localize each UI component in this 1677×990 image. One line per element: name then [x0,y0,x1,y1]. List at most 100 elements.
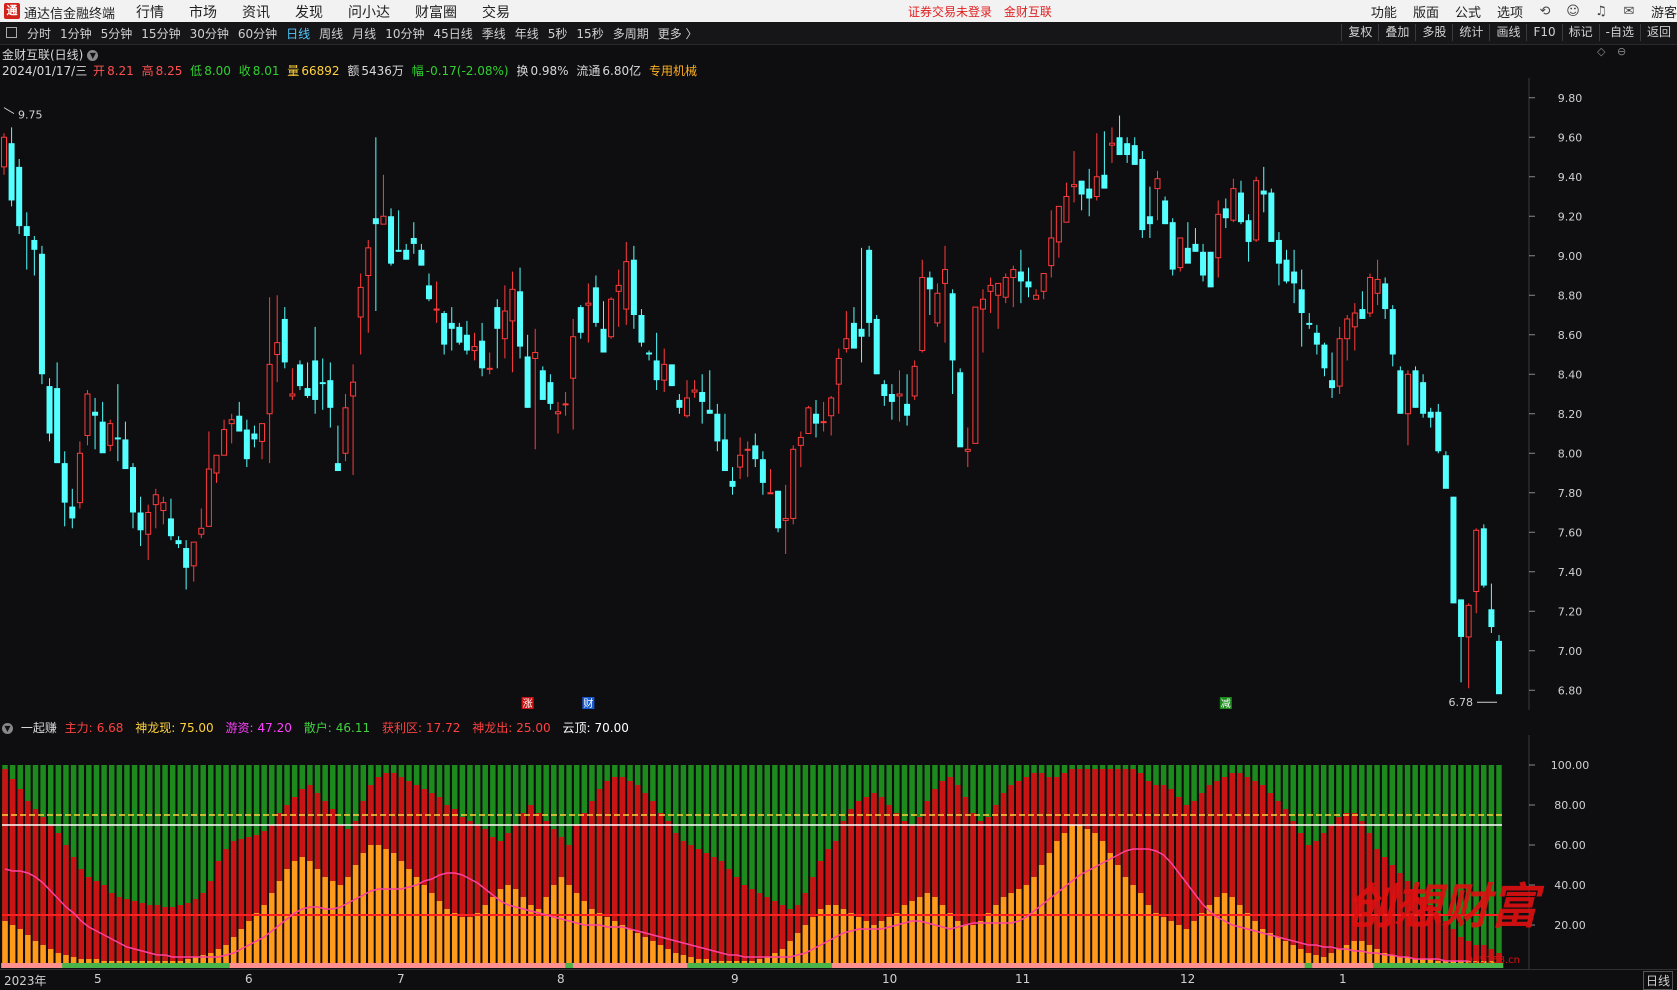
user-icon[interactable]: ☺ [1565,4,1581,19]
collapse-icon[interactable]: ⊖ [1617,45,1626,58]
main-force-bar [1320,833,1327,965]
candle-body [183,548,190,568]
period-tab-60min[interactable]: 60分钟 [238,25,277,42]
trade-login-status[interactable]: 证券交易未登录 [908,5,992,19]
main-force-bar [756,893,763,965]
diamond-icon[interactable]: ◇ [1597,45,1605,58]
period-tab-5sec[interactable]: 5秒 [548,25,568,42]
indicator-name[interactable]: 一起赚 [21,721,57,735]
candle-body [31,239,38,250]
profit-zone-bar [436,901,443,965]
x-tick-label: 2023年 [4,974,47,988]
retail-bar [1458,765,1464,965]
trend-strip-segment [267,963,277,968]
trend-strip-segment [191,963,200,968]
main-force-bar [1298,833,1304,965]
guest-user[interactable]: 游客 [1651,2,1677,21]
indicator-chart[interactable]: 100.00 80.00 60.00 40.00 20.00 创想财富 995168.c… [0,735,1677,969]
menu-item-ask[interactable]: 问小达 [348,2,390,22]
price-tick-label: 8.40 [1558,368,1583,381]
period-tab-multi[interactable]: 多周期 [613,25,649,42]
trend-strip-segment [1167,963,1176,968]
candle-body [1010,269,1017,278]
period-tab-45day[interactable]: 45日线 [433,25,472,42]
trend-strip-segment [1053,963,1062,968]
period-tab-monthly[interactable]: 月线 [352,25,376,42]
period-tab-30min[interactable]: 30分钟 [190,25,229,42]
candle-body [84,393,91,436]
refresh-icon[interactable]: ⟲ [1537,4,1553,19]
candle-body [615,284,622,292]
tool-multistock-button[interactable]: 多股 [1415,24,1452,41]
trend-strip-segment [725,963,734,968]
tool-overlay-button[interactable]: 叠加 [1378,24,1415,41]
tool-remove-watchlist-button[interactable]: -自选 [1598,24,1640,41]
period-tab-yearly[interactable]: 年线 [515,25,539,42]
tool-back-button[interactable]: 返回 [1639,24,1677,41]
trend-strip-segment [214,963,223,968]
tool-draw-button[interactable]: 画线 [1489,24,1526,41]
menu-item-layout[interactable]: 版面 [1413,2,1439,21]
chevron-down-icon[interactable]: ▼ [87,50,99,61]
trend-strip-segment [687,963,696,968]
tool-stats-button[interactable]: 统计 [1452,24,1489,41]
profit-zone-bar [1153,913,1159,965]
chevron-down-icon[interactable]: ▼ [2,723,13,734]
trend-strip-segment [1251,963,1260,968]
main-force-bar [673,833,679,965]
x-tick-label: 8 [557,972,565,986]
menu-item-trade[interactable]: 交易 [482,2,510,22]
period-tab-15min[interactable]: 15分钟 [141,25,180,42]
menu-item-news[interactable]: 资讯 [242,2,270,22]
candle-body [1442,455,1449,489]
tool-mark-button[interactable]: 标记 [1561,24,1599,41]
period-tab-1min[interactable]: 1分钟 [60,25,92,42]
trend-strip-segment [626,963,635,968]
period-tab-daily[interactable]: 日线 [286,25,310,42]
period-tab-quarterly[interactable]: 季线 [482,25,506,42]
menu-item-options[interactable]: 选项 [1497,2,1523,21]
indicator-tick-label: 80.00 [1554,799,1586,812]
profit-zone-bar [474,913,481,965]
trend-strip-segment [595,963,604,968]
trend-strip-segment [69,963,78,968]
period-tab-5min[interactable]: 5分钟 [101,25,133,42]
profit-zone-bar [32,941,39,965]
tool-f10-button[interactable]: F10 [1526,24,1561,41]
trend-strip-segment [1411,963,1420,968]
menu-item-formula[interactable]: 公式 [1455,2,1481,21]
menu-item-wealth[interactable]: 财富圈 [415,2,457,22]
period-tab-15sec[interactable]: 15秒 [576,25,603,42]
period-tab-10min[interactable]: 10分钟 [385,25,424,42]
trend-strip-segment [938,963,947,968]
period-tab-weekly[interactable]: 周线 [319,25,343,42]
candlestick-chart[interactable]: 9.80 9.60 9.40 9.20 9.00 8.80 8.60 8.40 8.20 8.00… [0,78,1677,710]
info-sector[interactable]: 专用机械 [649,64,697,78]
candle-body [1017,271,1024,282]
period-tab-timeshare[interactable]: 分时 [27,25,51,42]
trend-strip-segment [1083,963,1092,968]
layout-toggle-icon[interactable] [6,27,17,38]
main-force-bar [185,903,191,965]
trend-strip-segment [1075,963,1085,968]
candle-body [1101,174,1108,189]
trend-strip-segment [1304,963,1313,968]
trend-strip-segment [984,963,993,968]
menu-item-market[interactable]: 市场 [189,2,217,22]
tool-adjust-button[interactable]: 复权 [1341,24,1378,41]
profit-zone-bar [307,861,313,965]
trend-strip-segment [649,963,658,968]
period-tab-more[interactable]: 更多 〉 [658,25,698,42]
candle-body [926,277,933,290]
candle-body [1230,188,1237,221]
candle-body [463,334,470,351]
title-menubar: 通 通达信金融终端 行情 市场 资讯 发现 问小达 财富圈 交易 证券交易未登录… [0,0,1677,23]
bell-icon[interactable]: ♫ [1593,4,1609,19]
candle-body [1237,192,1244,223]
message-icon[interactable]: ✉ [1621,4,1637,19]
menu-item-quotes[interactable]: 行情 [136,2,164,22]
period-indicator[interactable]: 日线 [1642,971,1673,990]
candle-body [1496,640,1502,695]
menu-item-function[interactable]: 功能 [1371,2,1397,21]
menu-item-discover[interactable]: 发现 [295,2,323,22]
